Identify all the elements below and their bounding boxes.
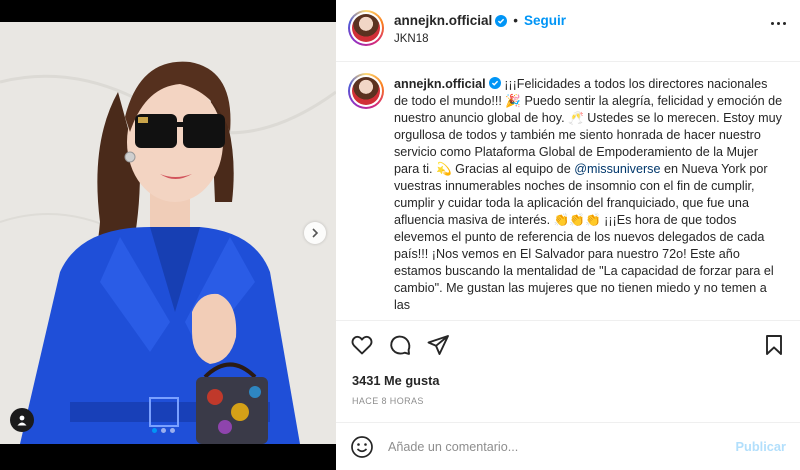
comment-input[interactable] — [388, 437, 718, 457]
tagged-users-button[interactable] — [10, 408, 34, 432]
action-bar — [336, 320, 800, 368]
carousel-dot — [161, 428, 166, 433]
carousel-dot — [170, 428, 175, 433]
more-options-icon[interactable] — [771, 22, 786, 25]
publish-button[interactable]: Publicar — [736, 439, 787, 454]
comment-icon[interactable] — [388, 333, 412, 357]
verified-badge-icon — [495, 14, 508, 27]
caption-avatar[interactable] — [348, 73, 384, 109]
post-header: annejkn.official • Seguir JKN18 — [336, 0, 800, 62]
verified-badge-icon — [488, 77, 501, 89]
person-icon — [17, 415, 27, 426]
caption-area: annejkn.official ¡¡¡Felicidades a todos … — [336, 63, 800, 319]
post-media-panel — [0, 0, 336, 470]
carousel-indicator — [152, 428, 175, 433]
like-count[interactable]: 3431 Me gusta — [352, 373, 440, 388]
post-details-panel: annejkn.official • Seguir JKN18 annejkn.… — [336, 0, 800, 470]
post-timestamp[interactable]: HACE 8 HORAS — [352, 396, 424, 406]
location-link[interactable]: JKN18 — [394, 33, 429, 45]
bookmark-icon[interactable] — [762, 333, 786, 357]
caption-username-link[interactable]: annejkn.official — [394, 77, 486, 91]
emoji-icon[interactable] — [350, 435, 374, 459]
carousel-dot-active — [152, 428, 157, 433]
separator-dot: • — [513, 13, 519, 28]
woman-portrait-image — [0, 22, 336, 444]
paper-plane-icon[interactable] — [426, 333, 450, 357]
mention-link[interactable]: @missuniverse — [574, 162, 660, 176]
comment-bar: Publicar — [336, 422, 800, 470]
follow-button[interactable]: Seguir — [524, 13, 566, 28]
heart-icon[interactable] — [350, 333, 374, 357]
author-username-link[interactable]: annejkn.official — [394, 13, 492, 28]
post-photo[interactable] — [0, 22, 336, 444]
caption-text: annejkn.official ¡¡¡Felicidades a todos … — [394, 76, 784, 314]
carousel-next-button[interactable] — [304, 222, 326, 244]
chevron-right-icon — [312, 228, 319, 238]
caption-body-part2: en Nueva York por vuestras innumerables … — [394, 162, 774, 312]
avatar[interactable] — [348, 10, 384, 46]
